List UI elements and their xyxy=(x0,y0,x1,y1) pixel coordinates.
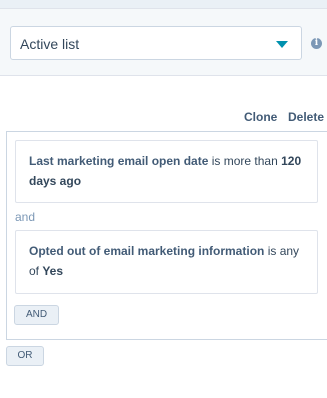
filter-property: Last marketing email open date xyxy=(29,154,209,168)
filter-card[interactable]: Opted out of email marketing information… xyxy=(15,230,318,294)
add-and-filter-button[interactable]: AND xyxy=(14,305,59,325)
info-icon[interactable]: i xyxy=(311,38,322,49)
and-joiner: and xyxy=(15,210,36,224)
filter-value: Yes xyxy=(42,264,64,278)
delete-group-link[interactable]: Delete xyxy=(288,110,324,124)
list-filter-editor: Active list i Clone Delete Last marketin… xyxy=(0,0,327,398)
list-type-panel: Active list i xyxy=(0,0,327,76)
filter-property: Opted out of email marketing information xyxy=(29,244,265,258)
caret-down-icon xyxy=(276,41,288,48)
list-type-select[interactable]: Active list xyxy=(10,26,302,60)
panel-top-edge xyxy=(0,0,327,9)
filter-card[interactable]: Last marketing email open date is more t… xyxy=(15,140,318,203)
list-type-value: Active list xyxy=(20,36,80,52)
filter-operator: is more than xyxy=(208,154,282,168)
add-or-group-button[interactable]: OR xyxy=(6,346,44,366)
clone-group-link[interactable]: Clone xyxy=(244,110,277,124)
